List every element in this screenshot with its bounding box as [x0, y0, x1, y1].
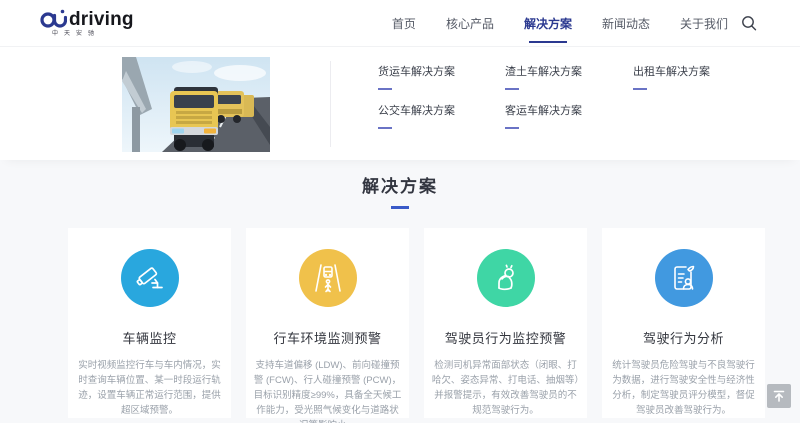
card-circle — [121, 249, 179, 307]
card-title: 驾驶行为分析 — [602, 328, 765, 347]
link-label: 出租车解决方案 — [633, 63, 760, 79]
road-monitoring-icon — [313, 263, 343, 293]
nav-item-solutions[interactable]: 解决方案 — [524, 0, 572, 47]
nav-item-about[interactable]: 关于我们 — [680, 0, 728, 47]
back-to-top-button[interactable] — [767, 384, 791, 408]
brand-logo[interactable]: driving 中天安驰 — [40, 9, 134, 37]
nav-item-news[interactable]: 新闻动态 — [602, 0, 650, 47]
search-icon[interactable] — [740, 14, 758, 32]
link-label: 公交车解决方案 — [378, 102, 505, 118]
main-nav: 首页 核心产品 解决方案 新闻动态 关于我们 — [392, 0, 728, 47]
brand-loop-icon — [40, 9, 67, 29]
nav-item-products[interactable]: 核心产品 — [446, 0, 494, 47]
page: driving 中天安驰 首页 核心产品 解决方案 新闻动态 关于我们 — [0, 0, 800, 423]
card-driver-behavior-warning[interactable]: 驾驶员行为监控预警 检测司机异常面部状态（闭眼、打哈欠、姿态异常、打电话、抽烟等… — [424, 228, 587, 418]
section-title: 解决方案 — [0, 172, 800, 197]
brand-subtext: 中天安驰 — [52, 31, 134, 37]
card-description: 统计驾驶员危险驾驶与不良驾驶行为数据，进行驾驶安全性与经济性分析，制定驾驶员评分… — [602, 358, 765, 418]
solution-cards: 车辆监控 实时视频监控行车与车内情况，实时查询车辆位置、某一时段运行轨迹，设置车… — [68, 228, 765, 418]
card-circle — [299, 249, 357, 307]
card-description: 检测司机异常面部状态（闭眼、打哈欠、姿态异常、打电话、抽烟等）并报警提示，有效改… — [424, 358, 587, 418]
link-underline — [633, 88, 647, 90]
card-title: 车辆监控 — [68, 328, 231, 347]
card-description: 实时视频监控行车与车内情况，实时查询车辆位置、某一时段运行轨迹，设置车辆正常运行… — [68, 358, 231, 418]
card-vehicle-monitoring[interactable]: 车辆监控 实时视频监控行车与车内情况，实时查询车辆位置、某一时段运行轨迹，设置车… — [68, 228, 231, 418]
link-label: 渣土车解决方案 — [505, 63, 633, 79]
link-label: 客运车解决方案 — [505, 102, 633, 118]
card-circle — [477, 249, 535, 307]
solutions-dropdown-panel: 货运车解决方案 渣土车解决方案 出租车解决方案 公交车解决方案 客运车解决方案 — [0, 47, 800, 160]
arrow-up-to-top-icon — [772, 389, 786, 403]
nav-item-home[interactable]: 首页 — [392, 0, 416, 47]
section-title-underline — [391, 206, 409, 209]
cctv-camera-icon — [135, 263, 165, 293]
dropdown-divider — [330, 61, 331, 147]
link-underline — [378, 88, 392, 90]
link-coach-solution[interactable]: 客运车解决方案 — [505, 102, 633, 129]
card-title: 驾驶员行为监控预警 — [424, 328, 587, 347]
card-description: 支持车道偏移 (LDW)、前向碰撞预警 (FCW)、行人碰撞预警 (PCW)，目… — [246, 358, 409, 423]
card-title: 行车环境监测预警 — [246, 328, 409, 347]
report-analysis-icon — [669, 263, 699, 293]
solution-links: 货运车解决方案 渣土车解决方案 出租车解决方案 公交车解决方案 客运车解决方案 — [378, 63, 760, 129]
link-dump-truck-solution[interactable]: 渣土车解决方案 — [505, 63, 633, 90]
link-underline — [505, 127, 519, 129]
brand-name: driving — [69, 10, 134, 29]
link-label: 货运车解决方案 — [378, 63, 505, 79]
link-underline — [378, 127, 392, 129]
top-navbar: driving 中天安驰 首页 核心产品 解决方案 新闻动态 关于我们 — [0, 0, 800, 47]
trucks-photo — [122, 57, 270, 152]
link-freight-truck-solution[interactable]: 货运车解决方案 — [378, 63, 505, 90]
card-circle — [655, 249, 713, 307]
section-header: 解决方案 — [0, 172, 800, 209]
link-taxi-solution[interactable]: 出租车解决方案 — [633, 63, 760, 90]
card-environment-warning[interactable]: 行车环境监测预警 支持车道偏移 (LDW)、前向碰撞预警 (FCW)、行人碰撞预… — [246, 228, 409, 418]
link-bus-solution[interactable]: 公交车解决方案 — [378, 102, 505, 129]
driver-behavior-icon — [491, 263, 521, 293]
link-underline — [505, 88, 519, 90]
card-driving-analysis[interactable]: 驾驶行为分析 统计驾驶员危险驾驶与不良驾驶行为数据，进行驾驶安全性与经济性分析，… — [602, 228, 765, 418]
